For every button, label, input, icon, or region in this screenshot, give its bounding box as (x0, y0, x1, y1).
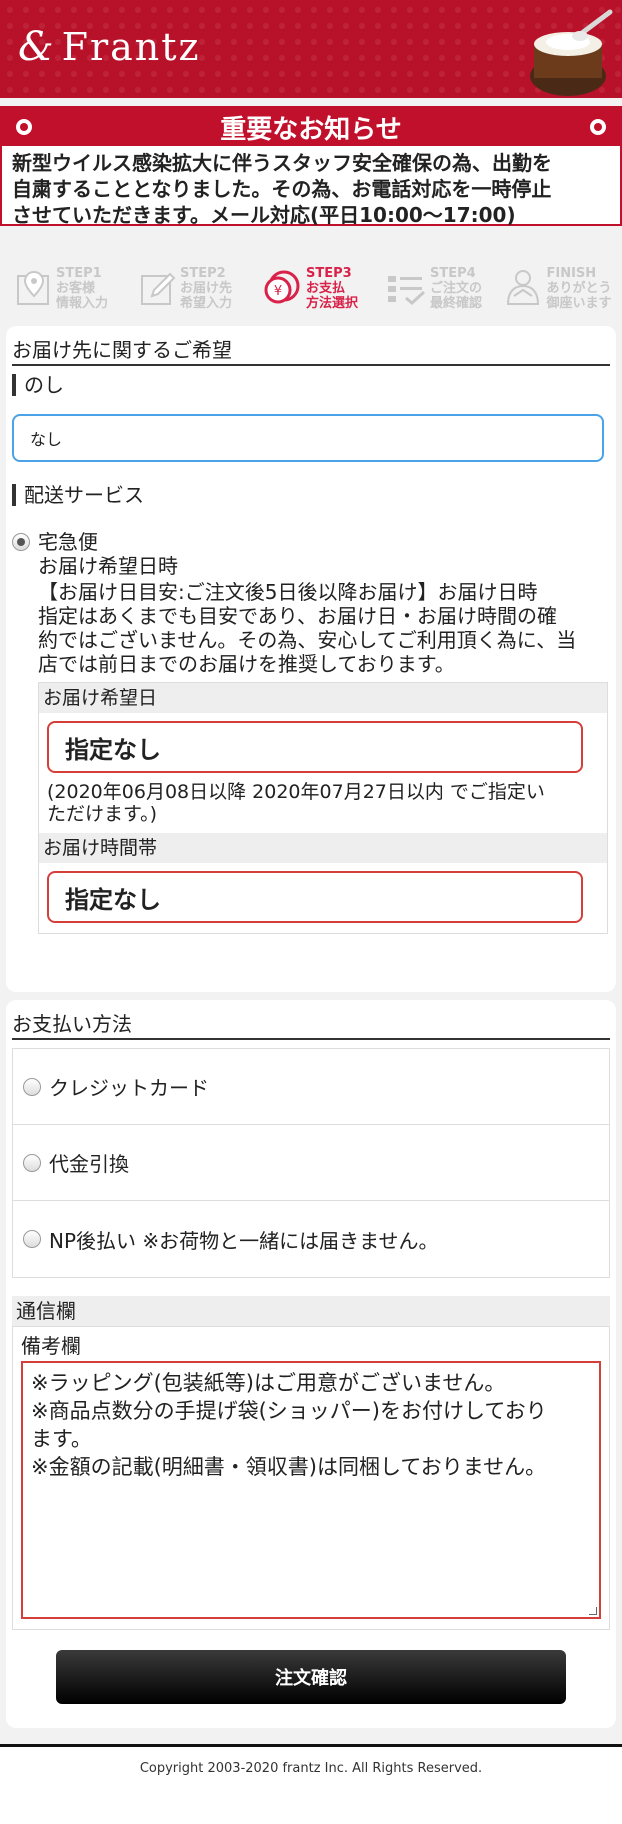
step-label: STEP1 (55, 265, 102, 281)
logo-text: Frantz (61, 25, 201, 69)
location-pin-icon (16, 270, 49, 305)
delivery-time-value: 指定なし (65, 885, 161, 914)
biko-line: ※金額の記載(明細書・領収書)は同梱しておりません。 (31, 1455, 547, 1479)
resize-handle-icon[interactable] (589, 1607, 597, 1615)
comm-box: 備考欄 ※ラッピング(包装紙等)はご用意がございません。 ※商品点数分の手提げ袋… (12, 1326, 610, 1630)
svg-text:¥: ¥ (274, 284, 282, 299)
payment-options: クレジットカード 代金引換 NP後払い ※お荷物と一緒には届きません。 (12, 1048, 610, 1278)
bullet-icon (590, 119, 606, 135)
noshi-select[interactable]: なし (12, 414, 604, 462)
thanks-icon (507, 270, 540, 305)
delivery-datetime-table: お届け希望日 指定なし (2020年06月08日以降 2020年07月27日以内… (38, 682, 608, 934)
step-label: 情報入力 (55, 295, 108, 311)
payment-option-label: 代金引換 (49, 1152, 129, 1176)
wish-datetime-label: お届け希望日時 (38, 554, 178, 578)
notice-line: 新型ウイルス感染拡大に伴うスタッフ安全確保の為、出勤を (12, 151, 552, 175)
delivery-date-note: (2020年06月08日以降 2020年07月27日以内 でご指定い ただけます… (47, 781, 597, 825)
bullet-icon (16, 119, 32, 135)
checkout-steps: STEP1 お客様 情報入力 STEP2 お届け先 希望入力 ¥ STEP3 お支払 方法選… (0, 258, 622, 318)
step-label: お客様 (55, 280, 95, 296)
payment-option-label: クレジットカード (49, 1076, 209, 1100)
delivery-date-select[interactable]: 指定なし (47, 721, 583, 773)
step-label: FINISH (546, 265, 597, 281)
takkyubin-label: 宅急便 (38, 530, 98, 554)
step-label: 御座います (546, 295, 612, 311)
coin-payment-icon: ¥ (264, 270, 300, 304)
cod-radio[interactable] (23, 1153, 41, 1172)
delivery-date-value: 指定なし (65, 735, 161, 764)
date-note-line: (2020年06月08日以降 2020年07月27日以内 でご指定い (47, 781, 545, 803)
shipping-option: 宅急便 お届け希望日時 【お届け日目安:ご注文後5日後以降お届け】お届け日時 指… (12, 530, 610, 676)
notice-title: 重要なお知らせ (220, 114, 402, 145)
step-label: ご注文の (429, 280, 482, 296)
notice-line: 自粛することとなりました。その為、お電話対応を一時停止 (12, 177, 552, 201)
step-2: STEP2 お届け先 希望入力 (124, 258, 248, 318)
logo-mark: & (18, 24, 56, 70)
delivery-section-title: お届け先に関するご希望 (12, 336, 610, 366)
step-finish: FINISH ありがとう 御座います (496, 258, 620, 318)
noshi-label: のし (12, 374, 610, 396)
order-confirm-button[interactable]: 注文確認 (56, 1650, 566, 1704)
step-label: お届け先 (179, 280, 232, 296)
payment-option-credit[interactable]: クレジットカード (13, 1049, 609, 1125)
step-label: ありがとう (546, 280, 612, 296)
payment-card: お支払い方法 クレジットカード 代金引換 NP後払い ※お荷物と一緒には届きませ… (6, 1000, 616, 1728)
site-footer: Copyright 2003-2020 frantz Inc. All Righ… (0, 1744, 622, 1824)
biko-label: 備考欄 (21, 1334, 81, 1358)
important-notice: 重要なお知らせ 新型ウイルス感染拡大に伴うスタッフ安全確保の為、出勤を 自粛する… (0, 106, 622, 227)
step-label: STEP2 (179, 265, 226, 281)
delivery-time-label: お届け時間帯 (39, 833, 607, 863)
checklist-icon (387, 276, 425, 305)
date-note-line: ただけます。) (47, 803, 158, 825)
delivery-card: お届け先に関するご希望 のし なし 配送サービス 宅急便 お届け希望日時 【お届… (6, 326, 616, 992)
notice-line: させていただきます。メール対応(平日10:00〜17:00) (12, 203, 516, 227)
credit-card-radio[interactable] (23, 1077, 41, 1096)
frantz-logo[interactable]: & Frantz (18, 24, 201, 70)
noshi-value: なし (30, 430, 63, 449)
pudding-jar-icon (530, 9, 613, 96)
payment-option-cod[interactable]: 代金引換 (13, 1125, 609, 1201)
takkyubin-radio[interactable] (12, 533, 30, 551)
biko-textarea[interactable]: ※ラッピング(包装紙等)はご用意がございません。 ※商品点数分の手提げ袋(ショッ… (21, 1361, 601, 1619)
guide-line: 指定はあくまでも目安であり、お届け日・お届け時間の確 (38, 604, 557, 628)
payment-section-title: お支払い方法 (12, 1010, 610, 1040)
biko-line: ※ラッピング(包装紙等)はご用意がございません。 (31, 1371, 506, 1395)
guide-line: 【お届け日目安:ご注文後5日後以降お届け】お届け日時 (38, 580, 538, 604)
notice-body: 新型ウイルス感染拡大に伴うスタッフ安全確保の為、出勤を 自粛することとなりました… (2, 146, 620, 232)
pencil-edit-icon (140, 272, 176, 305)
np-radio[interactable] (23, 1230, 41, 1248)
delivery-date-label: お届け希望日 (39, 683, 607, 713)
step-label: STEP4 (429, 265, 476, 281)
biko-line: ※商品点数分の手提げ袋(ショッパー)をお付けしており (31, 1399, 547, 1423)
step-1: STEP1 お客様 情報入力 (0, 258, 124, 318)
step-3: ¥ STEP3 お支払 方法選択 (248, 258, 372, 318)
payment-option-np[interactable]: NP後払い ※お荷物と一緒には届きません。 (13, 1201, 609, 1277)
guide-line: 約ではございません。その為、安心してご利用頂く為に、当 (38, 628, 577, 652)
step-label: 希望入力 (179, 295, 232, 311)
shipping-service-label: 配送サービス (12, 484, 610, 506)
step-label: STEP3 (305, 265, 352, 281)
copyright-text: Copyright 2003-2020 frantz Inc. All Righ… (139, 1761, 483, 1776)
step-label: お支払 (305, 280, 345, 296)
payment-option-label: NP後払い ※お荷物と一緒には届きません。 (49, 1228, 439, 1253)
notice-title-bar: 重要なお知らせ (2, 108, 620, 146)
step-4: STEP4 ご注文の 最終確認 (372, 258, 496, 318)
step-label: 方法選択 (305, 295, 358, 311)
comm-section-title: 通信欄 (12, 1296, 610, 1326)
delivery-time-select[interactable]: 指定なし (47, 871, 583, 923)
guide-line: 店では前日までのお届けを推奨しております。 (38, 652, 455, 676)
step-label: 最終確認 (429, 295, 482, 311)
biko-line: ます。 (31, 1427, 92, 1451)
delivery-guide: 【お届け日目安:ご注文後5日後以降お届け】お届け日時 指定はあくまでも目安であり… (38, 580, 610, 676)
site-header: & Frantz (0, 0, 622, 98)
